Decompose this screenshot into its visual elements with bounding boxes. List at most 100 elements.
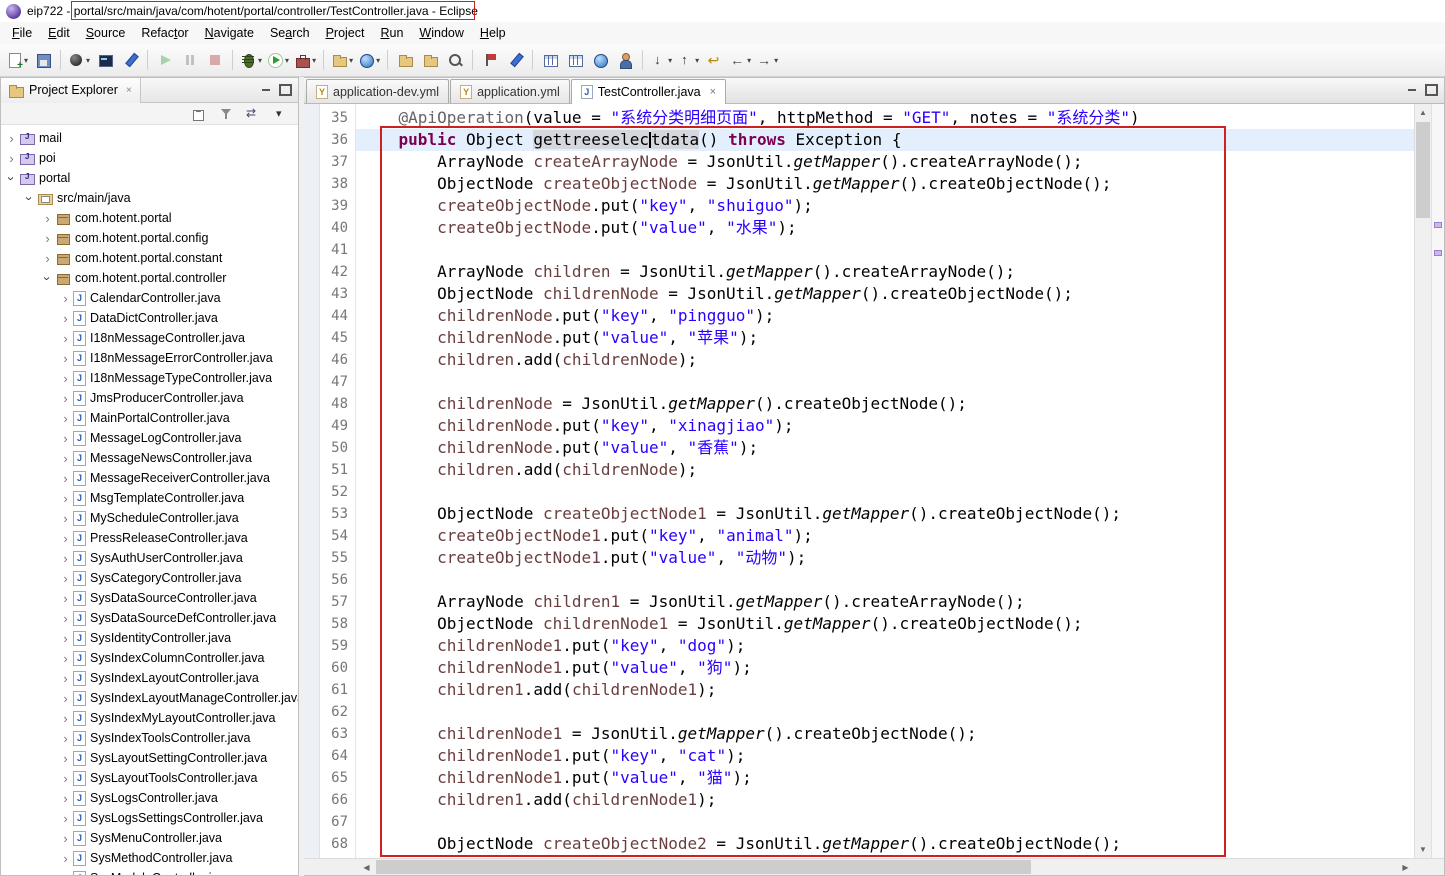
menu-navigate[interactable]: Navigate — [197, 23, 262, 43]
line-number-ruler[interactable]: 3536373839404142434445464748495051525354… — [320, 104, 356, 858]
editor-tab-application-dev-yml[interactable]: Yapplication-dev.yml — [306, 79, 449, 103]
code-line[interactable]: public Object gettreeselectdata() throws… — [356, 129, 1414, 151]
code-line[interactable]: ArrayNode createArrayNode = JsonUtil.get… — [356, 151, 1414, 173]
scroll-left-icon[interactable]: ◀ — [358, 859, 375, 875]
code-line[interactable]: childrenNode.put("key", "pingguo"); — [356, 305, 1414, 327]
tree-item-portal[interactable]: ›portal — [1, 168, 298, 188]
tree-item-sysmenucontroller-java[interactable]: ›JSysMenuController.java — [1, 828, 298, 848]
line-number[interactable]: 45 — [320, 327, 355, 349]
search-button[interactable] — [443, 48, 467, 72]
chevron-collapsed-icon[interactable]: › — [59, 291, 72, 306]
external-tools-button[interactable]: ▾ — [292, 48, 318, 72]
line-number[interactable]: 66 — [320, 789, 355, 811]
line-number[interactable]: 48 — [320, 393, 355, 415]
line-number[interactable]: 40 — [320, 217, 355, 239]
user-profile-button[interactable] — [613, 48, 637, 72]
line-number[interactable]: 65 — [320, 767, 355, 789]
debug-button[interactable]: ▾ — [238, 48, 264, 72]
menu-run[interactable]: Run — [372, 23, 411, 43]
code-line[interactable]: childrenNode = JsonUtil.getMapper().crea… — [356, 393, 1414, 415]
annotation-ruler[interactable] — [304, 104, 320, 858]
line-number[interactable]: 38 — [320, 173, 355, 195]
tree-item-calendarcontroller-java[interactable]: ›JCalendarController.java — [1, 288, 298, 308]
line-number[interactable]: 44 — [320, 305, 355, 327]
suspend-button[interactable] — [178, 48, 202, 72]
project-explorer-tab[interactable]: Project Explorer × — [1, 78, 141, 103]
chevron-collapsed-icon[interactable]: › — [59, 871, 72, 876]
menu-file[interactable]: File — [4, 23, 40, 43]
resume-button[interactable] — [153, 48, 177, 72]
tree-item-com-hotent-portal-controller[interactable]: ›com.hotent.portal.controller — [1, 268, 298, 288]
menu-help[interactable]: Help — [472, 23, 514, 43]
line-number[interactable]: 67 — [320, 811, 355, 833]
maximize-view-icon[interactable] — [277, 83, 294, 97]
line-number[interactable]: 58 — [320, 613, 355, 635]
chevron-collapsed-icon[interactable]: › — [59, 771, 72, 786]
line-number[interactable]: 68 — [320, 833, 355, 855]
editor-tab-testcontroller-java[interactable]: JTestController.java× — [571, 79, 726, 104]
tree-item-sysdatasourcecontroller-java[interactable]: ›JSysDataSourceController.java — [1, 588, 298, 608]
code-editor[interactable]: @ApiOperation(value = "系统分类明细页面", httpMe… — [356, 104, 1414, 858]
menu-refactor[interactable]: Refactor — [133, 23, 196, 43]
forward-button[interactable]: ▾ — [754, 48, 780, 72]
tree-item-msgtemplatecontroller-java[interactable]: ›JMsgTemplateController.java — [1, 488, 298, 508]
tree-item-com-hotent-portal-config[interactable]: ›com.hotent.portal.config — [1, 228, 298, 248]
tree-item-datadictcontroller-java[interactable]: ›JDataDictController.java — [1, 308, 298, 328]
line-number[interactable]: 57 — [320, 591, 355, 613]
chevron-collapsed-icon[interactable]: › — [59, 371, 72, 386]
import-button[interactable] — [418, 48, 442, 72]
code-line[interactable]: ObjectNode createObjectNode2 = JsonUtil.… — [356, 833, 1414, 855]
tree-item-messagelogcontroller-java[interactable]: ›JMessageLogController.java — [1, 428, 298, 448]
line-number[interactable]: 52 — [320, 481, 355, 503]
line-number[interactable]: 39 — [320, 195, 355, 217]
tree-item-sysauthusercontroller-java[interactable]: ›JSysAuthUserController.java — [1, 548, 298, 568]
new-java-project-button[interactable]: ▾ — [329, 48, 355, 72]
chevron-collapsed-icon[interactable]: › — [59, 711, 72, 726]
code-line[interactable] — [356, 371, 1414, 393]
chevron-collapsed-icon[interactable]: › — [59, 831, 72, 846]
tree-item-syslogscontroller-java[interactable]: ›JSysLogsController.java — [1, 788, 298, 808]
chevron-collapsed-icon[interactable]: › — [59, 571, 72, 586]
menu-search[interactable]: Search — [262, 23, 318, 43]
format-pen-button[interactable] — [118, 48, 142, 72]
chevron-collapsed-icon[interactable]: › — [59, 751, 72, 766]
chevron-collapsed-icon[interactable]: › — [59, 811, 72, 826]
mark-occurrences-button[interactable] — [503, 48, 527, 72]
chevron-collapsed-icon[interactable]: › — [59, 591, 72, 606]
tree-item-i18nmessagecontroller-java[interactable]: ›JI18nMessageController.java — [1, 328, 298, 348]
pin-editor-button[interactable] — [478, 48, 502, 72]
code-line[interactable]: createObjectNode1.put("value", "动物"); — [356, 547, 1414, 569]
chevron-collapsed-icon[interactable]: › — [59, 851, 72, 866]
overview-ruler[interactable] — [1431, 104, 1444, 858]
tree-item-syscategorycontroller-java[interactable]: ›JSysCategoryController.java — [1, 568, 298, 588]
filter-button[interactable] — [216, 105, 236, 123]
run-button[interactable]: ▾ — [265, 48, 291, 72]
code-line[interactable]: ArrayNode children = JsonUtil.getMapper(… — [356, 261, 1414, 283]
line-number[interactable]: 35 — [320, 107, 355, 129]
tree-item-jmsproducercontroller-java[interactable]: ›JJmsProducerController.java — [1, 388, 298, 408]
launch-coverage-button[interactable]: ▾ — [66, 48, 92, 72]
chevron-expanded-icon[interactable]: › — [40, 272, 55, 285]
chevron-collapsed-icon[interactable]: › — [59, 791, 72, 806]
tree-item-myschedulecontroller-java[interactable]: ›JMyScheduleController.java — [1, 508, 298, 528]
occurrence-mark[interactable] — [1434, 222, 1442, 228]
tree-item-sysmodulecontroller-java[interactable]: ›JSysModuleController.java — [1, 868, 298, 875]
chevron-collapsed-icon[interactable]: › — [59, 551, 72, 566]
tree-item-com-hotent-portal-constant[interactable]: ›com.hotent.portal.constant — [1, 248, 298, 268]
code-line[interactable]: ObjectNode createObjectNode = JsonUtil.g… — [356, 173, 1414, 195]
minimize-view-icon[interactable] — [257, 83, 274, 97]
line-number[interactable]: 42 — [320, 261, 355, 283]
code-line[interactable]: childrenNode1.put("value", "猫"); — [356, 767, 1414, 789]
line-number[interactable]: 55 — [320, 547, 355, 569]
tree-item-i18nmessageerrorcontroller-java[interactable]: ›JI18nMessageErrorController.java — [1, 348, 298, 368]
chevron-collapsed-icon[interactable]: › — [41, 251, 54, 266]
line-number[interactable]: 50 — [320, 437, 355, 459]
chevron-collapsed-icon[interactable]: › — [59, 351, 72, 366]
collapse-all-button[interactable] — [189, 105, 209, 123]
code-line[interactable]: ArrayNode children1 = JsonUtil.getMapper… — [356, 591, 1414, 613]
code-line[interactable] — [356, 569, 1414, 591]
tree-item-poi[interactable]: ›poi — [1, 148, 298, 168]
tree-item-com-hotent-portal[interactable]: ›com.hotent.portal — [1, 208, 298, 228]
code-line[interactable]: childrenNode.put("value", "苹果"); — [356, 327, 1414, 349]
code-line[interactable]: children1.add(childrenNode1); — [356, 679, 1414, 701]
